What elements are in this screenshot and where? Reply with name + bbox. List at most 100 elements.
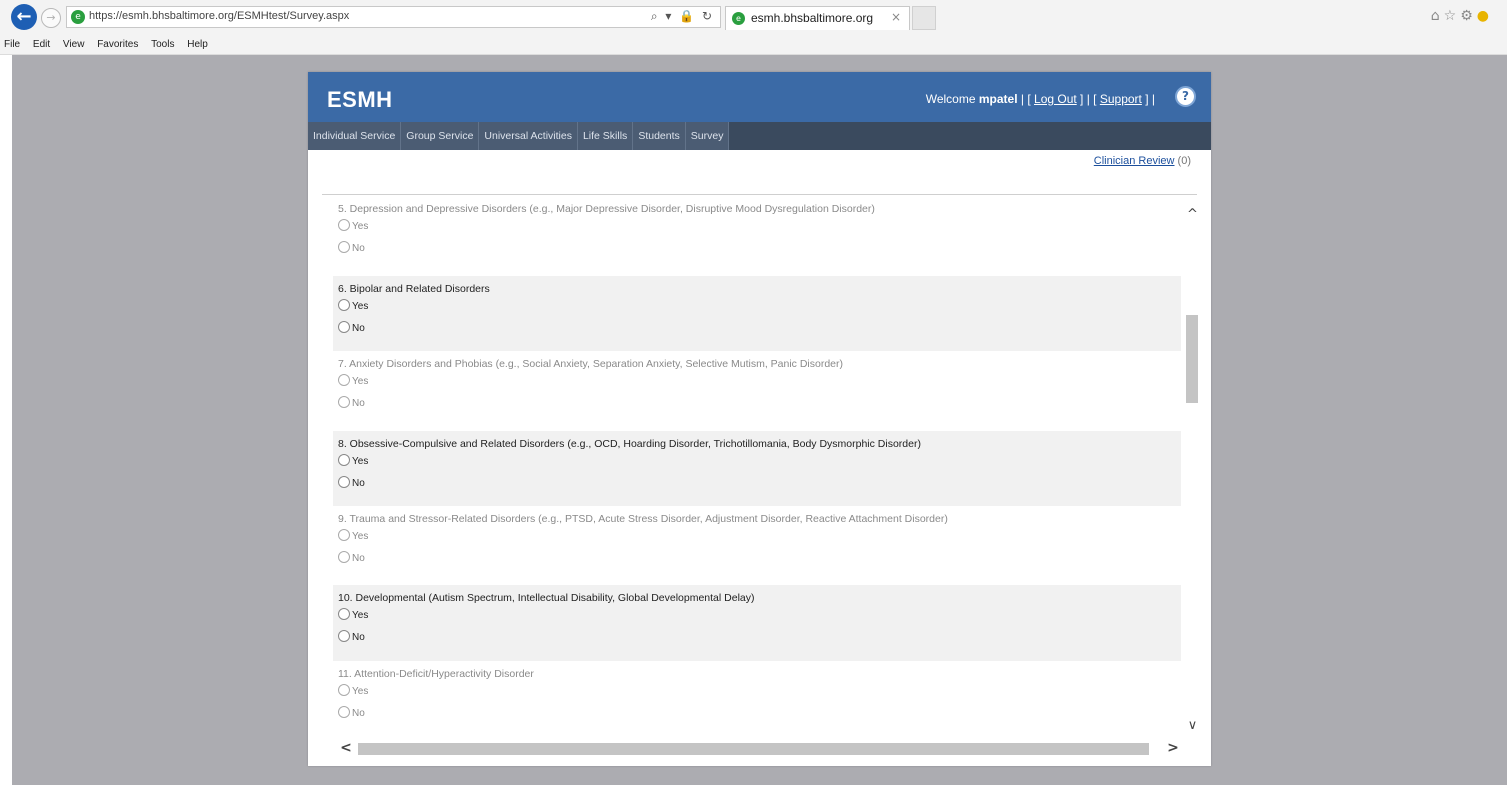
radio-button[interactable] (338, 299, 350, 312)
option-yes[interactable]: Yes (338, 681, 1181, 703)
radio-button[interactable] (338, 396, 350, 409)
option-label: Yes (352, 686, 369, 697)
radio-button[interactable] (338, 706, 350, 719)
radio-button[interactable] (338, 374, 350, 387)
clinician-review-link[interactable]: Clinician Review (1094, 155, 1175, 167)
welcome-text: Welcome (925, 92, 976, 106)
question-text: 11. Attention-Deficit/Hyperactivity Diso… (338, 668, 534, 680)
smiley-icon[interactable]: ● (1477, 8, 1493, 24)
menu-file[interactable]: File (4, 36, 20, 54)
radio-button[interactable] (338, 630, 350, 643)
survey-question: 11. Attention-Deficit/Hyperactivity Diso… (333, 661, 1181, 741)
tab-group-service[interactable]: Group Service (401, 122, 480, 150)
question-text: 5. Depression and Depressive Disorders (… (338, 203, 875, 215)
option-label: No (352, 398, 365, 409)
divider (322, 194, 1197, 195)
radio-button[interactable] (338, 684, 350, 697)
radio-button[interactable] (338, 321, 350, 334)
option-no[interactable]: No (338, 627, 1181, 649)
app-title: ESMH (327, 87, 393, 112)
option-label: No (352, 243, 365, 254)
tab-survey[interactable]: Survey (686, 122, 730, 150)
radio-button[interactable] (338, 241, 350, 254)
radio-button[interactable] (338, 608, 350, 621)
menu-help[interactable]: Help (187, 36, 208, 54)
survey-question: 6. Bipolar and Related Disorders Yes No (333, 276, 1181, 351)
option-label: No (352, 632, 365, 643)
favorites-icon[interactable]: ☆ (1444, 8, 1461, 24)
menu-tools[interactable]: Tools (151, 36, 174, 54)
radio-button[interactable] (338, 219, 350, 232)
new-tab-button[interactable] (912, 6, 936, 30)
scroll-left-icon[interactable]: < (338, 740, 354, 757)
username: mpatel (978, 92, 1018, 106)
option-label: Yes (352, 610, 369, 621)
option-no[interactable]: No (338, 703, 1181, 725)
option-label: Yes (352, 301, 369, 312)
option-label: Yes (352, 376, 369, 387)
radio-button[interactable] (338, 529, 350, 542)
browser-right-icons: ⌂☆⚙● (1431, 8, 1493, 24)
url-text[interactable]: https://esmh.bhsbaltimore.org/ESMHtest/S… (89, 10, 349, 22)
close-tab-icon[interactable]: × (891, 10, 901, 24)
menu-edit[interactable]: Edit (33, 36, 50, 54)
survey-list: 5. Depression and Depressive Disorders (… (333, 196, 1181, 741)
option-yes[interactable]: Yes (338, 605, 1181, 627)
nav-tabs: Individual Service Group Service Univers… (308, 122, 730, 150)
browser-tab[interactable]: e esmh.bhsbaltimore.org × (725, 6, 910, 30)
tab-favicon-icon: e (732, 12, 745, 25)
scroll-right-icon[interactable]: > (1165, 740, 1181, 757)
back-arrow-icon[interactable]: ← (11, 4, 37, 30)
option-yes[interactable]: Yes (338, 216, 1181, 238)
survey-question: 5. Depression and Depressive Disorders (… (333, 196, 1181, 276)
option-label: Yes (352, 221, 369, 232)
vertical-scroll-thumb[interactable] (1186, 315, 1198, 403)
menu-bar: File Edit View Favorites Tools Help (0, 36, 1507, 55)
option-label: No (352, 478, 365, 489)
option-yes[interactable]: Yes (338, 371, 1181, 393)
help-icon[interactable]: ? (1175, 86, 1196, 107)
option-label: No (352, 553, 365, 564)
forward-arrow-icon[interactable]: → (41, 8, 61, 28)
horizontal-scroll-thumb[interactable] (358, 743, 1149, 755)
menu-view[interactable]: View (63, 36, 85, 54)
tab-life-skills[interactable]: Life Skills (578, 122, 634, 150)
option-no[interactable]: No (338, 318, 1181, 340)
survey-question: 10. Developmental (Autism Spectrum, Inte… (333, 585, 1181, 661)
tab-universal-activities[interactable]: Universal Activities (479, 122, 578, 150)
option-yes[interactable]: Yes (338, 451, 1181, 473)
option-label: Yes (352, 531, 369, 542)
address-controls[interactable]: ⌕ ▾ 🔒 ↻ (651, 9, 714, 24)
browser-toolbar: ← → e https://esmh.bhsbaltimore.org/ESMH… (0, 0, 1507, 37)
scroll-up-icon[interactable]: ^ (1184, 206, 1201, 224)
tab-students[interactable]: Students (633, 122, 686, 150)
question-text: 6. Bipolar and Related Disorders (338, 283, 490, 295)
home-icon[interactable]: ⌂ (1431, 8, 1444, 24)
scroll-down-icon[interactable]: ∨ (1184, 717, 1201, 735)
horizontal-scrollbar[interactable]: < > (338, 740, 1181, 757)
option-label: Yes (352, 456, 369, 467)
option-yes[interactable]: Yes (338, 526, 1181, 548)
vertical-scrollbar[interactable]: ^ ∨ (1184, 196, 1201, 741)
app-header: ESMH Welcome mpatel | [ Log Out ] | [ Su… (308, 72, 1211, 122)
logout-link[interactable]: Log Out (1034, 92, 1077, 106)
question-text: 8. Obsessive-Compulsive and Related Diso… (338, 438, 921, 450)
tab-individual-service[interactable]: Individual Service (308, 122, 402, 150)
welcome-bar: Welcome mpatel | [ Log Out ] | [ Support… (925, 92, 1155, 106)
option-no[interactable]: No (338, 548, 1181, 570)
menu-favorites[interactable]: Favorites (97, 36, 138, 54)
survey-question: 7. Anxiety Disorders and Phobias (e.g., … (333, 351, 1181, 431)
survey-question: 8. Obsessive-Compulsive and Related Diso… (333, 431, 1181, 506)
radio-button[interactable] (338, 454, 350, 467)
option-no[interactable]: No (338, 393, 1181, 415)
option-yes[interactable]: Yes (338, 296, 1181, 318)
support-link[interactable]: Support (1100, 92, 1142, 106)
settings-icon[interactable]: ⚙ (1460, 8, 1477, 24)
address-bar[interactable]: e https://esmh.bhsbaltimore.org/ESMHtest… (66, 6, 721, 28)
radio-button[interactable] (338, 476, 350, 489)
radio-button[interactable] (338, 551, 350, 564)
option-label: No (352, 323, 365, 334)
option-no[interactable]: No (338, 238, 1181, 260)
option-no[interactable]: No (338, 473, 1181, 495)
survey-question: 9. Trauma and Stressor-Related Disorders… (333, 506, 1181, 585)
